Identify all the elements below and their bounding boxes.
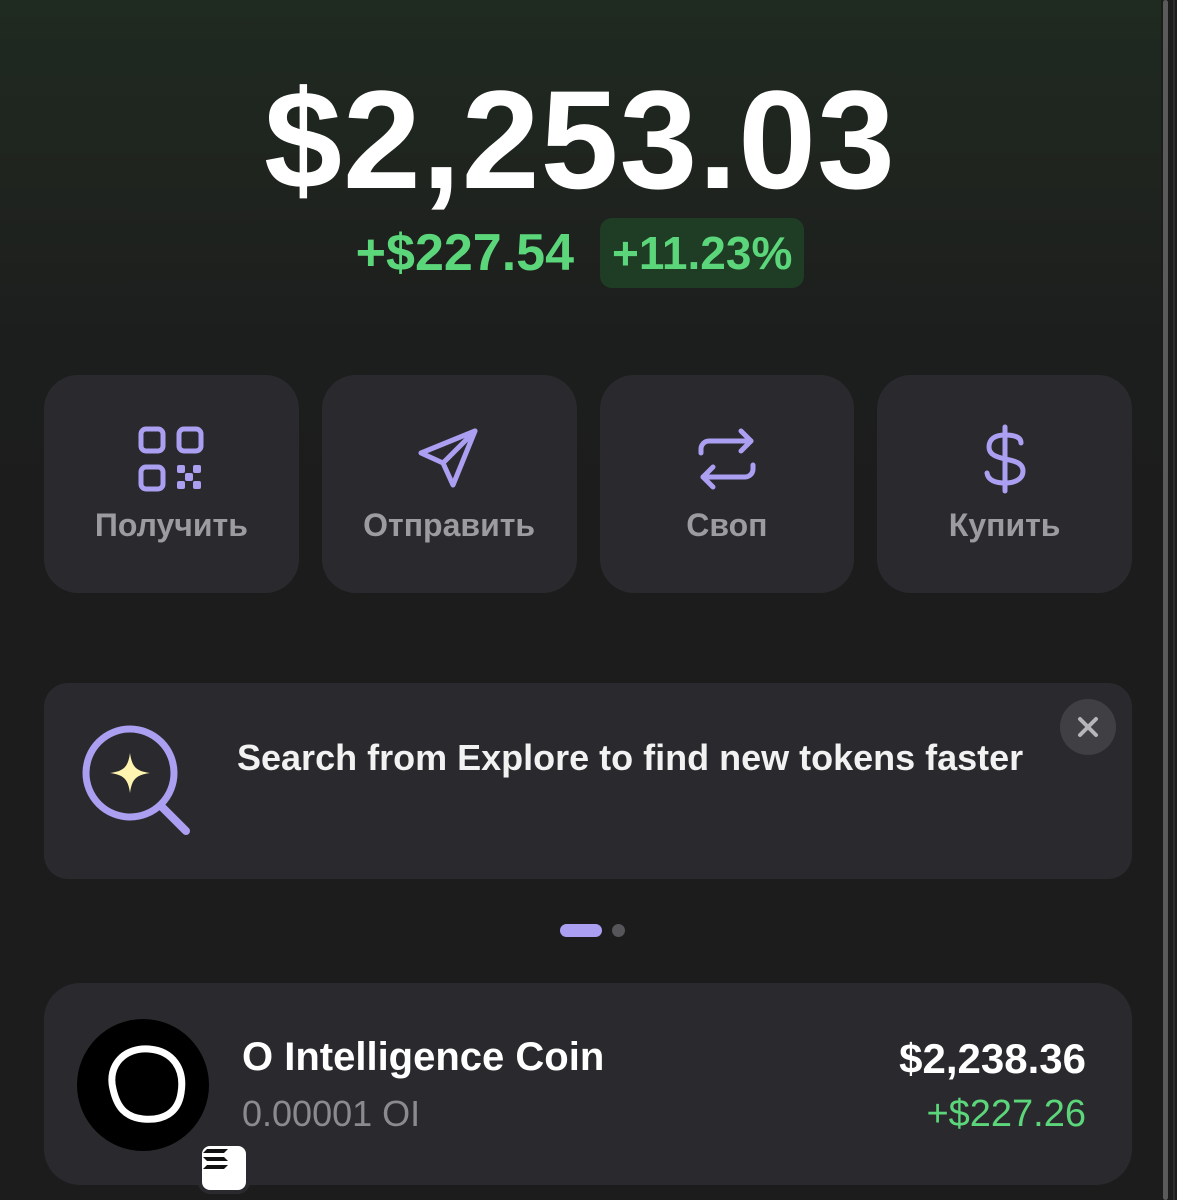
balance-change-amount: +$227.54 (355, 224, 574, 282)
token-ring-icon (108, 1045, 186, 1123)
balance-change-row: +$227.54 +11.23% (0, 218, 1160, 288)
dollar-icon (984, 424, 1026, 494)
carousel-indicator (0, 924, 1177, 937)
close-banner-button[interactable] (1060, 699, 1116, 755)
balance-change-percent-badge: +11.23% (600, 218, 805, 288)
token-name: O Intelligence Coin (242, 1035, 605, 1079)
send-label: Отправить (363, 507, 536, 543)
carousel-dot[interactable] (612, 924, 625, 937)
buy-label: Купить (948, 507, 1061, 543)
token-value: $2,238.36 (899, 1035, 1086, 1082)
solana-icon (203, 1149, 228, 1169)
total-balance: $2,253.03 (264, 61, 896, 218)
swap-icon (698, 428, 756, 490)
buy-button[interactable]: Купить (877, 375, 1132, 593)
token-logo (77, 1019, 250, 1194)
send-icon (418, 428, 478, 488)
scrollbar[interactable] (1161, 0, 1177, 1200)
close-icon (1078, 717, 1098, 737)
token-row[interactable]: O Intelligence Coin 0.00001 OI $2,238.36… (44, 983, 1132, 1194)
swap-label: Своп (686, 507, 768, 543)
receive-button[interactable]: Получить (44, 375, 299, 593)
qr-code-icon (138, 426, 204, 492)
explore-promo-banner[interactable]: Search from Explore to find new tokens f… (44, 683, 1132, 879)
action-buttons: Получить Отправить Своп Купить (44, 375, 1132, 593)
carousel-dot-active[interactable] (560, 924, 602, 937)
token-change: +$227.26 (926, 1093, 1086, 1135)
search-sparkle-icon (82, 725, 190, 835)
banner-text: Search from Explore to find new tokens f… (237, 737, 1024, 778)
receive-label: Получить (94, 507, 248, 543)
send-button[interactable]: Отправить (321, 375, 577, 593)
token-amount: 0.00001 OI (242, 1093, 421, 1134)
swap-button[interactable]: Своп (599, 375, 855, 593)
chain-badge (198, 1142, 250, 1194)
